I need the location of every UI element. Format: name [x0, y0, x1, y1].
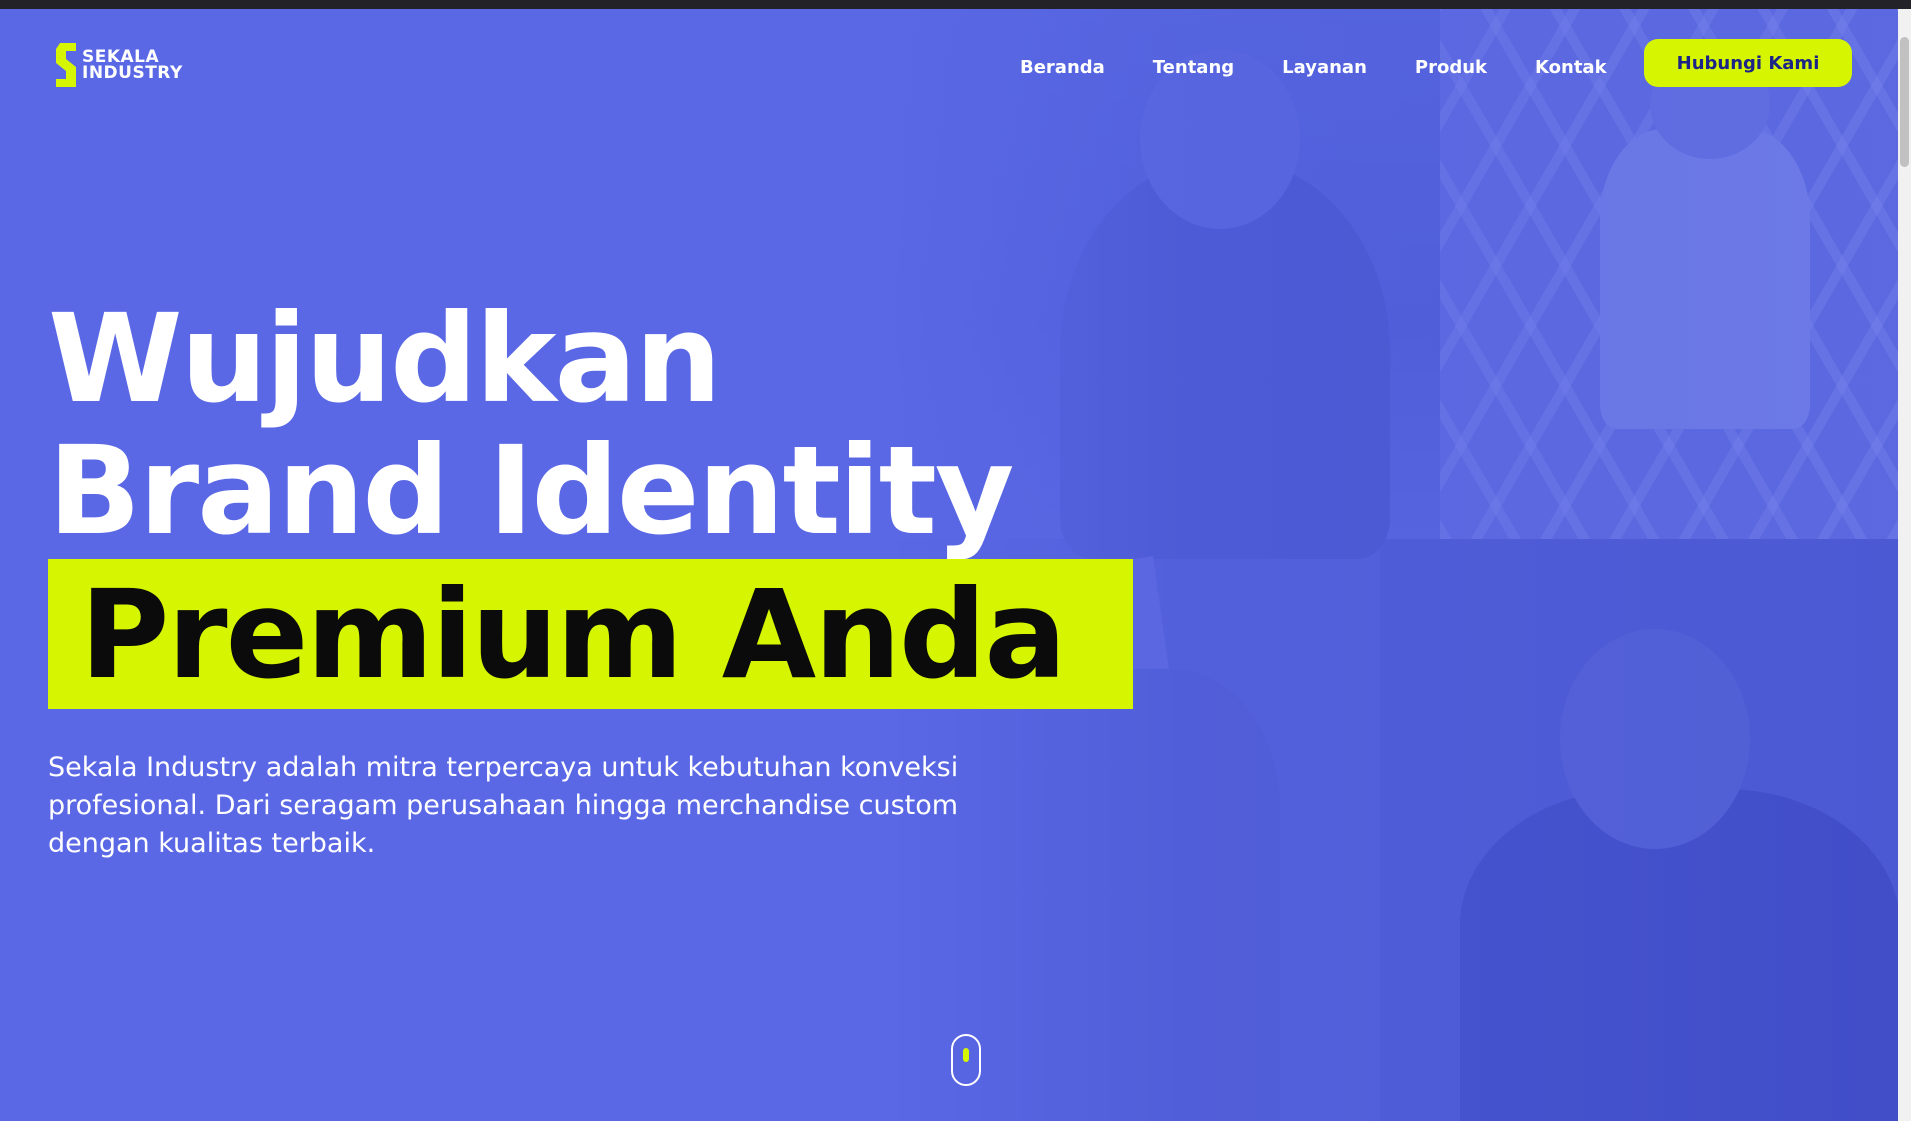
hero-description: Sekala Industry adalah mitra terpercaya … [48, 752, 959, 859]
logo-wordmark: SEKALA INDUSTRY [82, 49, 183, 83]
mouse-wheel-indicator [963, 1048, 969, 1062]
hero-title-highlight: Premium Anda [80, 564, 1067, 706]
nav-item-beranda[interactable]: Beranda [1020, 57, 1105, 78]
nav-item-tentang[interactable]: Tentang [1153, 57, 1234, 78]
hero-title-line-1: Wujudkan [48, 288, 722, 430]
hero-title: Wujudkan Brand Identity [48, 288, 1014, 562]
nav-item-layanan[interactable]: Layanan [1282, 57, 1367, 78]
main-navigation: Beranda Tentang Layanan Produk Kontak [1020, 57, 1655, 78]
nav-item-kontak[interactable]: Kontak [1535, 57, 1607, 78]
scrollbar-thumb[interactable] [1900, 37, 1909, 167]
logo-line-2: INDUSTRY [82, 63, 183, 83]
page-scrollbar[interactable] [1898, 9, 1911, 1121]
browser-top-strip [0, 0, 1911, 9]
logo-s-icon [56, 43, 76, 87]
brand-logo[interactable]: SEKALA INDUSTRY [54, 41, 183, 89]
mouse-scroll-icon[interactable] [951, 1034, 981, 1086]
hero-title-line-2: Brand Identity [48, 420, 1014, 562]
nav-item-produk[interactable]: Produk [1415, 57, 1487, 78]
hero-section: SEKALA INDUSTRY Beranda Tentang Layanan … [0, 9, 1898, 1121]
contact-us-button[interactable]: Hubungi Kami [1644, 39, 1852, 87]
